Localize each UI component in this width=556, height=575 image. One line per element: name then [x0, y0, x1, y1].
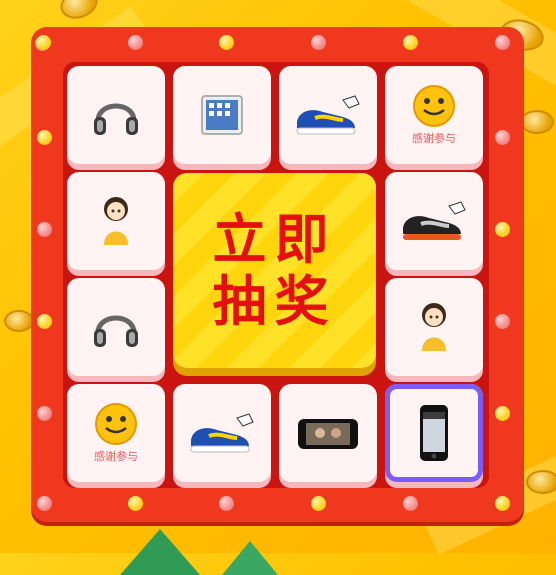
prize-cell: 感谢参与: [385, 66, 483, 164]
doll-icon: [422, 303, 446, 351]
light-dot: [37, 314, 52, 329]
light-dot: [37, 222, 52, 237]
light-dot: [495, 496, 510, 511]
thanks-label: 感谢参与: [94, 450, 138, 463]
prize-cell: [173, 66, 271, 164]
coin-decoration: [4, 310, 34, 332]
headphones-icon: [94, 103, 138, 135]
doll-icon: [104, 197, 128, 245]
light-dot: [403, 496, 418, 511]
sneaker-black-icon: [403, 201, 466, 240]
light-dot: [37, 496, 52, 511]
light-dot: [37, 406, 52, 421]
start-draw-button[interactable]: 立即 抽奖: [173, 173, 376, 368]
prize-cell: 感谢参与: [67, 384, 165, 482]
light-dot: [495, 406, 510, 421]
start-draw-line2: 抽奖: [212, 269, 337, 333]
iphone-landscape-icon: [298, 419, 358, 449]
light-dot: [128, 496, 143, 511]
light-dot: [495, 130, 510, 145]
prize-cell: [385, 278, 483, 376]
sneaker-icon: [190, 413, 254, 453]
light-dot: [495, 314, 510, 329]
light-dot: [36, 35, 51, 50]
ipad-icon: [201, 95, 243, 135]
iphone-icon: [420, 405, 448, 461]
light-dot: [219, 35, 234, 50]
coin-decoration: [56, 0, 102, 24]
light-dot: [495, 35, 510, 50]
mountain-decoration: [120, 529, 200, 575]
prize-cell: [67, 278, 165, 376]
coin-decoration: [520, 110, 554, 134]
prize-cell-selected: [385, 384, 483, 482]
light-dot: [128, 35, 143, 50]
smiley-icon: [95, 403, 137, 445]
prize-cell: [173, 384, 271, 482]
prize-cell: [385, 172, 483, 270]
headphones-icon: [94, 315, 138, 347]
thanks-label: 感谢参与: [412, 132, 456, 145]
prize-cell: [67, 172, 165, 270]
coin-decoration: [526, 470, 556, 494]
light-dot: [311, 35, 326, 50]
light-dot: [219, 496, 234, 511]
light-dot: [311, 496, 326, 511]
prize-cell: [279, 384, 377, 482]
prize-cell: [67, 66, 165, 164]
light-dot: [37, 130, 52, 145]
light-dot: [403, 35, 418, 50]
start-draw-line1: 立即: [212, 207, 337, 271]
sneaker-icon: [296, 95, 360, 135]
prize-cell: [279, 66, 377, 164]
light-dot: [495, 222, 510, 237]
smiley-icon: [413, 85, 455, 127]
mountain-decoration: [222, 541, 278, 575]
